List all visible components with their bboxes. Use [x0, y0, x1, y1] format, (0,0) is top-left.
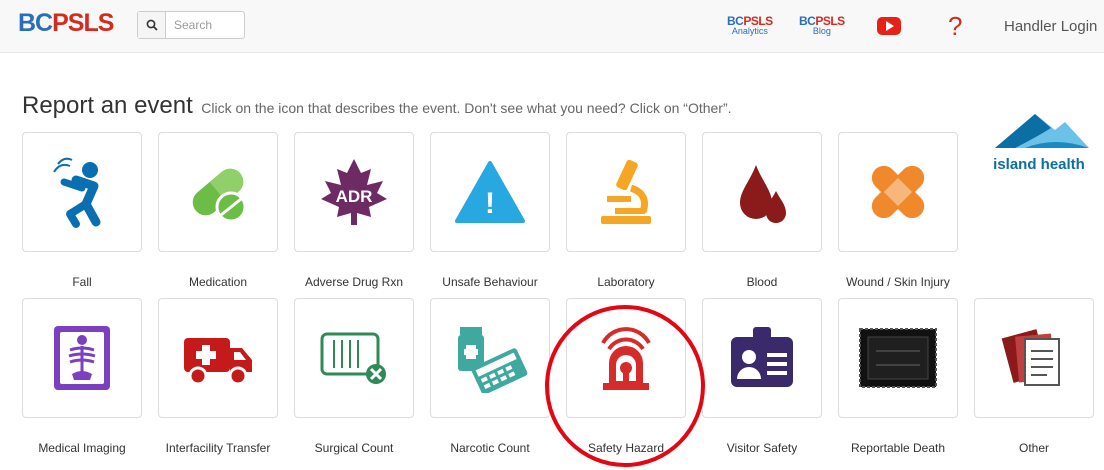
search-input[interactable] — [172, 12, 244, 38]
tile-label: Safety Hazard — [587, 441, 665, 455]
tile-unsafe-behaviour[interactable]: ! — [430, 132, 550, 252]
ambulance-icon — [184, 338, 252, 386]
calculator-icon — [458, 327, 528, 393]
tile-label: Surgical Count — [314, 441, 394, 455]
youtube-icon[interactable] — [877, 17, 901, 35]
alarm-icon — [601, 327, 651, 390]
top-navbar: BCPSLS BCPSLS Analytics BCPSLS Blog ? Ha… — [0, 0, 1104, 53]
blood-drop-icon — [740, 165, 786, 223]
framed-card-icon — [859, 328, 937, 388]
tile-medical-imaging[interactable] — [22, 298, 142, 418]
island-health-logo: island health — [985, 108, 1093, 178]
fall-icon — [53, 157, 101, 228]
tile-label: Medical Imaging — [38, 441, 126, 455]
page-title: Report an event — [22, 92, 193, 119]
help-icon[interactable]: ? — [948, 11, 962, 42]
tile-label: Blood — [746, 275, 778, 289]
search-icon — [146, 19, 158, 31]
tile-other[interactable] — [974, 298, 1094, 418]
tile-blood[interactable] — [702, 132, 822, 252]
tile-visitor-safety[interactable] — [702, 298, 822, 418]
tile-label: Unsafe Behaviour — [442, 275, 538, 289]
tile-reportable-death[interactable] — [838, 298, 958, 418]
tile-laboratory[interactable] — [566, 132, 686, 252]
analytics-link[interactable]: BCPSLS Analytics — [727, 15, 773, 36]
tile-label: Adverse Drug Rxn — [304, 275, 404, 289]
page-instructions: Click on the icon that describes the eve… — [201, 100, 732, 116]
tile-adverse-drug-rxn[interactable]: ADR — [294, 132, 414, 252]
svg-text:ADR: ADR — [336, 187, 373, 206]
warning-icon: ! — [455, 161, 525, 223]
handler-login-link[interactable]: Handler Login — [1004, 18, 1097, 35]
xray-icon — [54, 326, 110, 390]
tile-interfacility-transfer[interactable] — [158, 298, 278, 418]
tile-label: Medication — [188, 275, 248, 289]
tile-fall[interactable] — [22, 132, 142, 252]
tile-label: Reportable Death — [850, 441, 946, 455]
tile-label: Laboratory — [597, 275, 655, 289]
tile-label: Interfacility Transfer — [165, 441, 271, 455]
tile-label: Visitor Safety — [726, 441, 798, 455]
adr-leaf-icon: ADR — [321, 159, 387, 225]
search-button[interactable] — [138, 12, 166, 38]
tile-wound-skin-injury[interactable] — [838, 132, 958, 252]
blog-link[interactable]: BCPSLS Blog — [799, 15, 845, 36]
tile-label: Fall — [72, 275, 92, 289]
tile-safety-hazard[interactable] — [566, 298, 686, 418]
tile-medication[interactable] — [158, 132, 278, 252]
search-box — [137, 11, 245, 39]
id-badge-icon — [731, 327, 793, 387]
page-heading: Report an event Click on the icon that d… — [22, 92, 732, 120]
surgical-tray-icon — [320, 332, 386, 384]
tile-label: Other — [1018, 441, 1049, 455]
microscope-icon — [601, 159, 651, 224]
mountain-logo-icon — [995, 114, 1089, 148]
documents-icon — [1001, 329, 1060, 386]
pill-icon — [192, 168, 247, 223]
svg-text:!: ! — [485, 187, 495, 220]
tile-label: Wound / Skin Injury — [846, 275, 950, 289]
tile-label: Narcotic Count — [450, 441, 530, 455]
tile-narcotic-count[interactable] — [430, 298, 550, 418]
bandage-icon — [871, 165, 925, 219]
tile-surgical-count[interactable] — [294, 298, 414, 418]
brand-logo[interactable]: BCPSLS — [18, 9, 114, 38]
